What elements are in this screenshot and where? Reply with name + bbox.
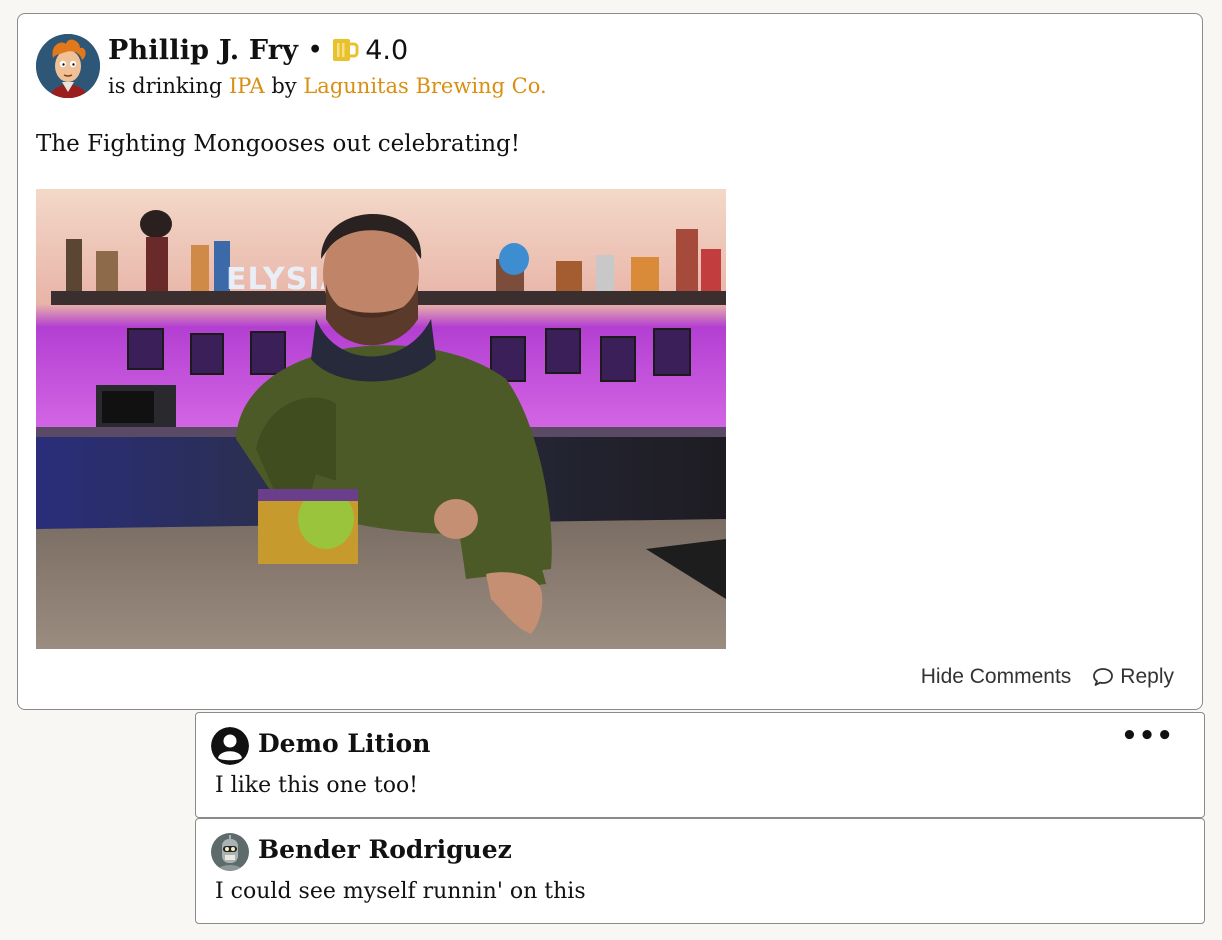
checkin-photo[interactable]: ELYSIAN (36, 189, 726, 649)
checkin-caption: The Fighting Mongooses out celebrating! (36, 131, 521, 157)
beer-mug-icon (331, 37, 359, 63)
hide-comments-button[interactable]: Hide Comments (921, 665, 1072, 689)
drink-info: is drinking IPA by Lagunitas Brewing Co. (108, 74, 547, 98)
reply-label: Reply (1120, 665, 1174, 688)
brewery-link[interactable]: Lagunitas Brewing Co. (303, 74, 546, 98)
by-word: by (271, 74, 297, 98)
separator-dot: • (308, 37, 323, 63)
more-options-button[interactable]: ••• (1121, 721, 1174, 751)
beer-link[interactable]: IPA (229, 74, 265, 98)
rating-value: 4.0 (365, 34, 409, 66)
drinking-prefix: is drinking (108, 74, 223, 98)
comment-text: I like this one too! (215, 773, 419, 798)
comment-item: Bender Rodriguez I could see myself runn… (195, 818, 1205, 924)
comment-item: Demo Lition ••• I like this one too! (195, 712, 1205, 818)
comment-text: I could see myself runnin' on this (215, 879, 586, 904)
post-actions: Hide Comments Reply (921, 665, 1174, 689)
checkin-card: Phillip J. Fry • 4.0 is drinking IPA by … (17, 13, 1203, 710)
speech-bubble-icon (1093, 668, 1114, 686)
reply-button[interactable]: Reply (1092, 665, 1174, 689)
checkin-header: Phillip J. Fry • 4.0 (108, 32, 408, 68)
comment-user-name[interactable]: Demo Lition (258, 729, 430, 758)
bender-avatar[interactable] (211, 833, 249, 871)
user-name-link[interactable]: Phillip J. Fry (108, 35, 298, 66)
comment-user-name[interactable]: Bender Rodriguez (258, 835, 512, 864)
fry-avatar[interactable] (36, 34, 100, 98)
default-user-icon[interactable] (211, 727, 249, 765)
